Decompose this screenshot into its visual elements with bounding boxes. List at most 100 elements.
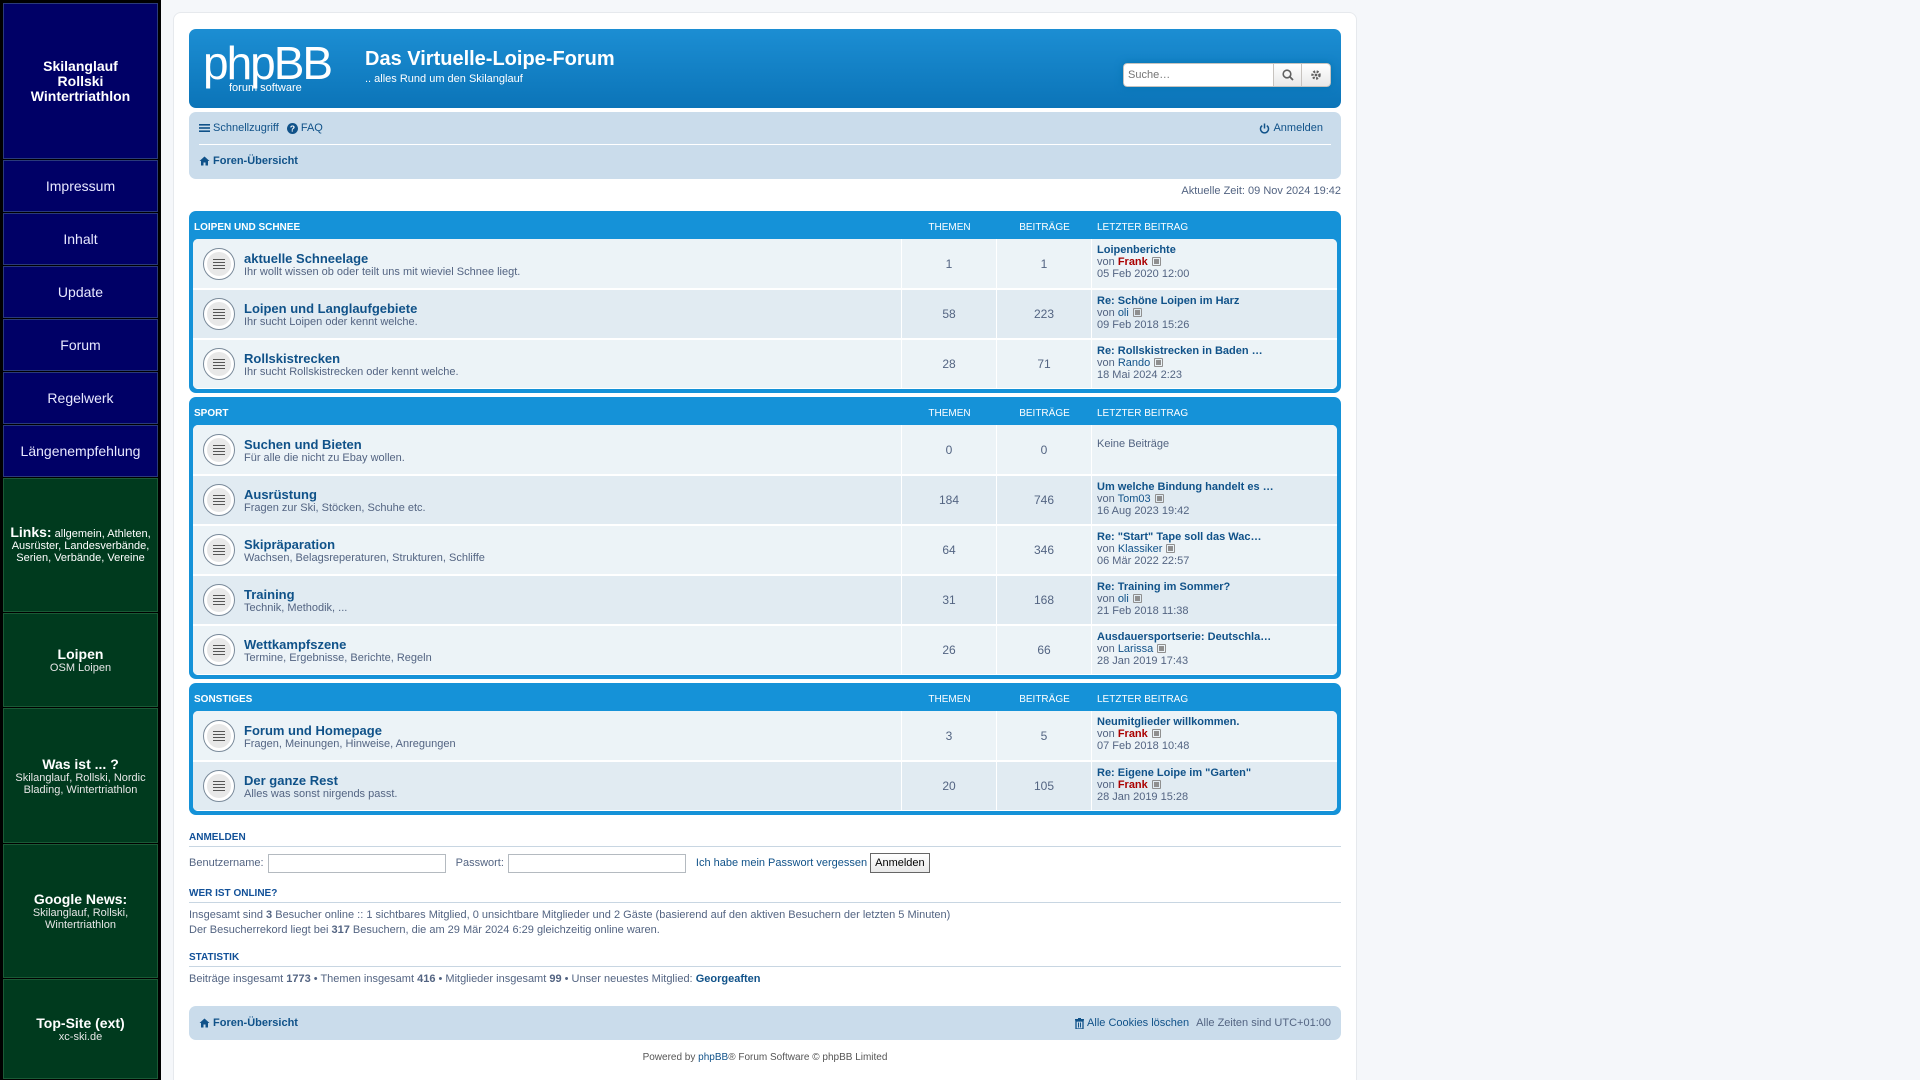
login-button[interactable]: Anmelden (870, 853, 930, 873)
last-post-author-link[interactable]: oli (1118, 593, 1129, 605)
last-post-title-link[interactable]: Re: Eigene Loipe im "Garten" (1097, 767, 1332, 779)
newest-member-link[interactable]: Georgeaften (696, 973, 761, 985)
forgot-password-link[interactable]: Ich habe mein Passwort vergessen (696, 857, 867, 869)
password-field[interactable] (507, 853, 686, 873)
forum-title-link[interactable]: Ausrüstung (244, 487, 901, 502)
category-title[interactable]: Loipen und Schnee (193, 222, 902, 233)
phpbb-link[interactable]: phpBB (698, 1052, 728, 1063)
last-post-author-link[interactable]: Frank (1118, 779, 1148, 791)
view-latest-post-icon[interactable] (1151, 257, 1161, 266)
phpbb-logo[interactable]: phpBB forum software (203, 41, 353, 93)
quicklinks-label: Schnellzugriff (213, 122, 279, 134)
advanced-search-button[interactable] (1302, 63, 1331, 87)
by-label: von (1097, 593, 1115, 605)
search-input[interactable] (1123, 63, 1273, 87)
view-latest-post-icon[interactable] (1151, 780, 1161, 789)
faq-link[interactable]: ? FAQ (286, 122, 323, 134)
forum-title-link[interactable]: Der ganze Rest (244, 773, 901, 788)
power-icon (1260, 123, 1270, 134)
forum-category: Loipen und Schnee Themen Beiträge Letzter B… (189, 211, 1341, 393)
last-post-title-link[interactable]: Re: Rollskistrecken in Baden … (1097, 345, 1332, 357)
last-post-time: 21 Feb 2018 11:38 (1097, 605, 1189, 617)
view-latest-post-icon[interactable] (1132, 308, 1142, 317)
last-post-title-link[interactable]: Re: "Start" Tape soll das Wac… (1097, 531, 1332, 543)
forum-row: Training Technik, Methodik, ... 31 168 Re: T… (193, 575, 1337, 625)
online-section: Wer ist online? Insgesamt sind 3 Besuche… (189, 888, 1341, 938)
view-latest-post-icon[interactable] (1132, 594, 1142, 603)
sidebar-item-update[interactable]: Update (3, 266, 158, 318)
forum-title-link[interactable]: Training (244, 587, 901, 602)
forum-last-post: Re: Schöne Loipen im Harz von oli 09 Feb 2… (1092, 290, 1337, 338)
category-title[interactable]: Sport (193, 408, 902, 419)
stats-members: 99 (549, 973, 562, 985)
last-post-author-link[interactable]: Rando (1118, 357, 1150, 369)
forum-read-icon (203, 298, 235, 330)
last-post-author-link[interactable]: oli (1118, 307, 1129, 319)
forum-title-link[interactable]: Forum und Homepage (244, 723, 901, 738)
forum-description: Wachsen, Belagsreperaturen, Strukturen, … (244, 552, 485, 564)
view-latest-post-icon[interactable] (1151, 729, 1161, 738)
sidebar-item-impressum[interactable]: Impressum (3, 160, 158, 212)
last-post-title-link[interactable]: Re: Training im Sommer? (1097, 581, 1332, 593)
delete-cookies-label: Alle Cookies löschen (1087, 1017, 1190, 1029)
delete-cookies-link[interactable]: Alle Cookies löschen (1075, 1017, 1189, 1029)
quicklinks-menu[interactable]: Schnellzugriff (199, 122, 279, 134)
footer-breadcrumb[interactable]: Foren-Übersicht (199, 1017, 298, 1029)
view-latest-post-icon[interactable] (1154, 494, 1164, 503)
forum-title-link[interactable]: Wettkampfszene (244, 637, 901, 652)
powered-text: ® Forum Software © phpBB Limited (728, 1052, 888, 1063)
search-button[interactable] (1273, 63, 1302, 87)
forum-title-link[interactable]: Skipräparation (244, 537, 901, 552)
username-field[interactable] (267, 853, 446, 873)
last-post-title-link[interactable]: Neumitglieder willkommen. (1097, 716, 1332, 728)
stats-section: Statistik Beiträge insgesamt 1773 • Them… (189, 952, 1341, 987)
navbar: Schnellzugriff ? FAQ Anmelden Foren-Über… (189, 112, 1341, 179)
timezone-info: Alle Zeiten sind UTC+01:00 (1196, 1017, 1331, 1029)
column-header-topics: Themen (928, 407, 971, 419)
forum-title-link[interactable]: aktuelle Schneelage (244, 251, 901, 266)
sidebar-links[interactable]: Links: allgemein, Athleten, Ausrüster, L… (3, 478, 158, 612)
sidebar-google-news[interactable]: Google News: Skilanglauf, Rollski, Winte… (3, 844, 158, 978)
search-box (1123, 63, 1331, 87)
sidebar-item-forum[interactable]: Forum (3, 319, 158, 371)
last-post-author-link[interactable]: Frank (1118, 728, 1148, 740)
powered-by: Powered by phpBB® Forum Software © phpBB… (189, 1052, 1341, 1063)
current-time: Aktuelle Zeit: 09 Nov 2024 19:42 (1181, 185, 1341, 197)
view-latest-post-icon[interactable] (1166, 544, 1176, 553)
forum-read-icon (203, 770, 235, 802)
last-post-time: 05 Feb 2020 12:00 (1097, 268, 1190, 280)
last-post-author-link[interactable]: Larissa (1118, 643, 1153, 655)
last-post-author-link[interactable]: Klassiker (1118, 543, 1163, 555)
last-post-author-link[interactable]: Tom03 (1118, 493, 1151, 505)
breadcrumb[interactable]: Foren-Übersicht (199, 155, 298, 167)
last-post-title-link[interactable]: Um welche Bindung handelt es … (1097, 481, 1332, 493)
view-latest-post-icon[interactable] (1157, 644, 1167, 653)
sidebar-was-ist[interactable]: Was ist ... ? Skilanglauf, Rollski, Nord… (3, 708, 158, 843)
left-sidebar: Skilanglauf Rollski Wintertriathlon Impr… (0, 0, 161, 1080)
sidebar-item-inhalt[interactable]: Inhalt (3, 213, 158, 265)
forum-title-link[interactable]: Loipen und Langlaufgebiete (244, 301, 901, 316)
forum-read-icon (203, 433, 235, 466)
forum-row: Loipen und Langlaufgebiete Ihr sucht Loip… (193, 289, 1337, 339)
sidebar-logo[interactable]: Skilanglauf Rollski Wintertriathlon (3, 3, 158, 159)
last-post-author-link[interactable]: Frank (1118, 256, 1148, 268)
forum-description: Ihr wollt wissen ob oder teilt uns mit w… (244, 265, 521, 278)
question-circle-icon: ? (286, 122, 298, 134)
username-label: Benutzername: (189, 857, 264, 869)
sidebar-logo-line: Rollski (57, 72, 104, 89)
sidebar-item-regelwerk[interactable]: Regelwerk (3, 372, 158, 424)
forum-topic-count: 58 (902, 290, 997, 338)
forum-title-link[interactable]: Rollskistrecken (244, 351, 901, 366)
sidebar-item-laengenempfehlung[interactable]: Längenempfehlung (3, 425, 158, 477)
last-post-title-link[interactable]: Loipenberichte (1097, 244, 1332, 256)
last-post-title-link[interactable]: Ausdauersportserie: Deutschla… (1097, 631, 1332, 643)
sidebar-loipen[interactable]: Loipen OSM Loipen (3, 613, 158, 707)
category-title[interactable]: Sonstiges (193, 694, 902, 705)
site-title: Das Virtuelle-Loipe-Forum (365, 48, 615, 70)
view-latest-post-icon[interactable] (1154, 358, 1164, 367)
stats-text: Beiträge insgesamt (189, 973, 287, 985)
forum-title-link[interactable]: Suchen und Bieten (244, 437, 901, 452)
sidebar-top-site[interactable]: Top-Site (ext) xc-ski.de (3, 979, 158, 1079)
last-post-title-link[interactable]: Re: Schöne Loipen im Harz (1097, 295, 1332, 307)
login-link[interactable]: Anmelden (1259, 122, 1323, 134)
